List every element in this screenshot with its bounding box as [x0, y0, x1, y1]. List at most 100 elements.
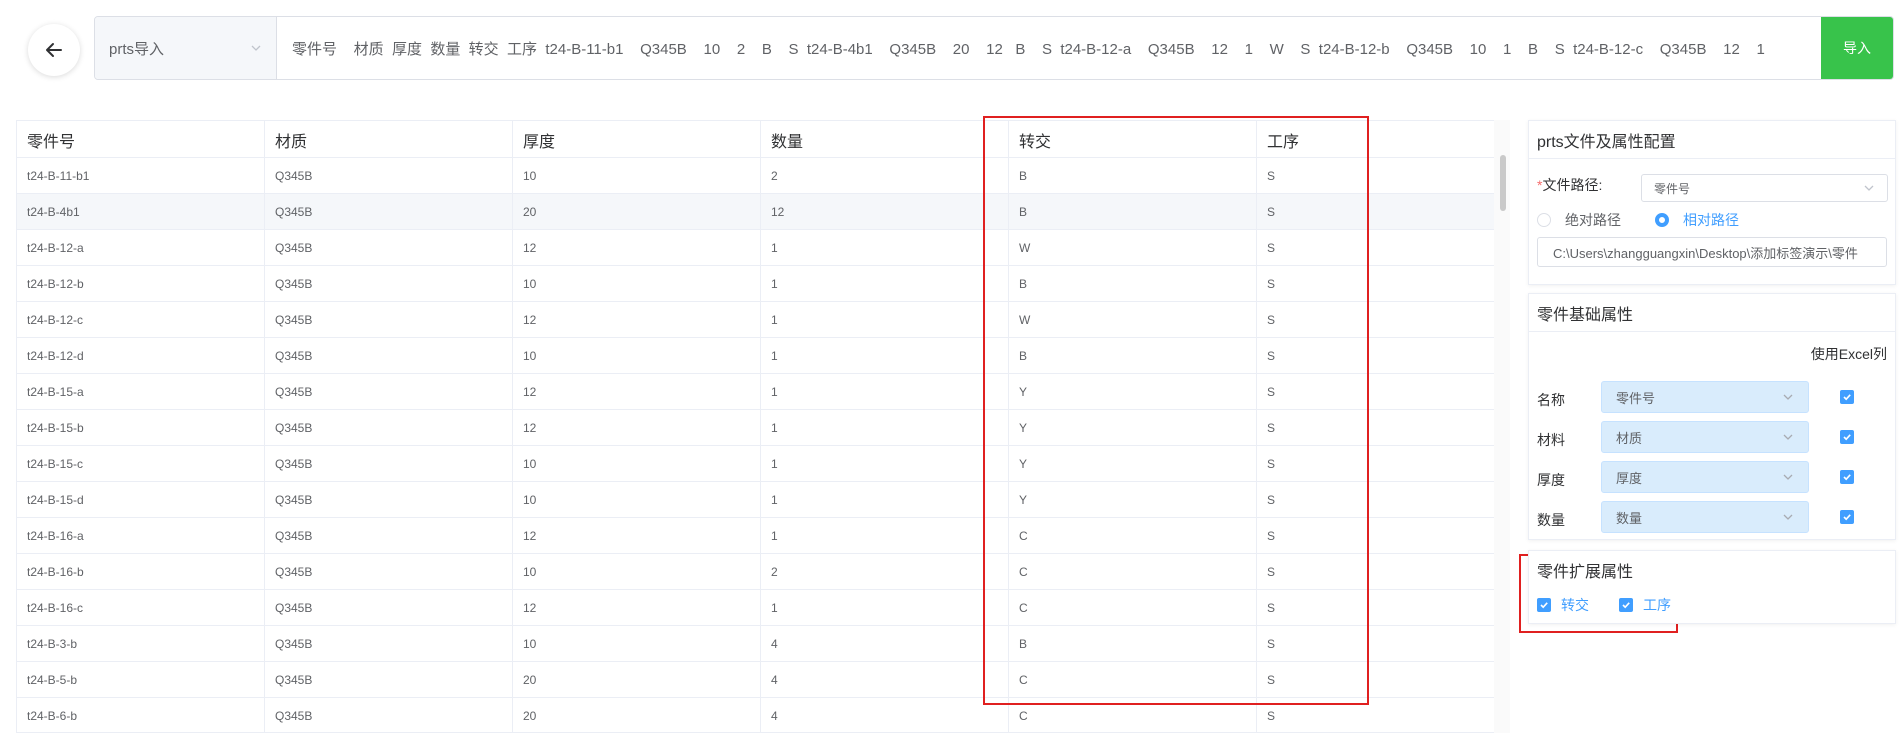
table-cell: 12	[761, 194, 1009, 230]
table-cell: t24-B-12-b	[17, 266, 265, 302]
table-cell: S	[1257, 266, 1505, 302]
table-cell: Q345B	[265, 374, 513, 410]
table-cell: t24-B-16-b	[17, 554, 265, 590]
table-cell: B	[1009, 158, 1257, 194]
chevron-down-icon	[1783, 514, 1793, 520]
radio-absolute-path[interactable]: 绝对路径	[1537, 210, 1621, 230]
table-cell: 12	[513, 230, 761, 266]
header-thickness[interactable]: 厚度	[513, 121, 761, 158]
table-cell: Q345B	[265, 302, 513, 338]
header-process[interactable]: 工序	[1257, 121, 1505, 158]
table-cell: 1	[761, 590, 1009, 626]
header-transfer[interactable]: 转交	[1009, 121, 1257, 158]
back-button[interactable]	[28, 24, 80, 76]
path-input[interactable]: C:\Users\zhangguangxin\Desktop\添加标签演示\零件	[1537, 237, 1887, 267]
table-cell: 12	[513, 302, 761, 338]
table-row[interactable]: t24-B-3-b Q345B 10 4 B S	[17, 626, 1509, 662]
table-row[interactable]: t24-B-16-a Q345B 12 1 C S	[17, 518, 1509, 554]
ext-attrs-title: 零件扩展属性	[1537, 564, 1634, 581]
table-cell: Q345B	[265, 482, 513, 518]
table-row[interactable]: t24-B-16-b Q345B 10 2 C S	[17, 554, 1509, 590]
table-row[interactable]: t24-B-16-c Q345B 12 1 C S	[17, 590, 1509, 626]
table-row[interactable]: t24-B-15-d Q345B 10 1 Y S	[17, 482, 1509, 518]
table-cell: Y	[1009, 446, 1257, 482]
table-cell: S	[1257, 590, 1505, 626]
table-cell: 20	[513, 698, 761, 732]
chevron-down-icon	[1864, 185, 1874, 191]
table-cell: 1	[761, 338, 1009, 374]
table-row[interactable]: t24-B-15-a Q345B 12 1 Y S	[17, 374, 1509, 410]
attr-select-name[interactable]: 零件号	[1601, 381, 1809, 413]
ext-attrs-checks: 转交 工序	[1537, 595, 1671, 615]
table-row[interactable]: t24-B-12-b Q345B 10 1 B S	[17, 266, 1509, 302]
basic-attrs-title: 零件基础属性	[1529, 294, 1895, 332]
basic-attrs-panel: 零件基础属性 使用Excel列 名称 零件号 材料 材质 厚度 厚度 数量 数量	[1528, 293, 1896, 540]
table-cell: t24-B-12-c	[17, 302, 265, 338]
table-cell: 20	[513, 662, 761, 698]
table-cell: 12	[513, 410, 761, 446]
chevron-down-icon	[1783, 434, 1793, 440]
header-part-no[interactable]: 零件号	[17, 121, 265, 158]
table-cell: S	[1257, 518, 1505, 554]
table-row[interactable]: t24-B-6-b Q345B 20 4 C S	[17, 698, 1509, 732]
chevron-down-icon	[251, 45, 261, 51]
checkbox-material[interactable]	[1840, 430, 1854, 444]
ext-check-process[interactable]: 工序	[1619, 595, 1671, 615]
parts-table: 零件号 材质 厚度 数量 转交 工序 t24-B-11-b1 Q345B 10 2 B S…	[16, 120, 1510, 733]
table-row[interactable]: t24-B-12-c Q345B 12 1 W S	[17, 302, 1509, 338]
attr-select-material[interactable]: 材质	[1601, 421, 1809, 453]
header-material[interactable]: 材质	[265, 121, 513, 158]
table-header: 零件号 材质 厚度 数量 转交 工序	[17, 121, 1509, 158]
file-path-select[interactable]: 零件号	[1641, 174, 1888, 202]
table-cell: t24-B-11-b1	[17, 158, 265, 194]
table-row[interactable]: t24-B-11-b1 Q345B 10 2 B S	[17, 158, 1509, 194]
path-type-radio-group: 绝对路径 相对路径	[1537, 210, 1739, 230]
table-cell: S	[1257, 482, 1505, 518]
table-cell: t24-B-12-a	[17, 230, 265, 266]
table-cell: Q345B	[265, 410, 513, 446]
check-icon	[1540, 602, 1548, 609]
table-row[interactable]: t24-B-12-d Q345B 10 1 B S	[17, 338, 1509, 374]
header-quantity[interactable]: 数量	[761, 121, 1009, 158]
table-cell: t24-B-3-b	[17, 626, 265, 662]
table-cell: Y	[1009, 374, 1257, 410]
table-cell: 10	[513, 482, 761, 518]
checkbox-quantity[interactable]	[1840, 510, 1854, 524]
import-text-input[interactable]: 零件号 材质 厚度 数量 转交 工序 t24-B-11-b1 Q345B 10 …	[277, 17, 1821, 79]
table-cell: t24-B-16-a	[17, 518, 265, 554]
table-row[interactable]: t24-B-5-b Q345B 20 4 C S	[17, 662, 1509, 698]
table-row[interactable]: t24-B-4b1 Q345B 20 12 B S	[17, 194, 1509, 230]
radio-relative-dot	[1655, 213, 1669, 227]
checkbox-name[interactable]	[1840, 390, 1854, 404]
config-panel: prts文件及属性配置 * 文件路径: 零件号 绝对路径 相对路径 C:\User…	[1528, 120, 1896, 285]
ext-check-transfer[interactable]: 转交	[1537, 595, 1589, 615]
table-cell: Q345B	[265, 698, 513, 732]
attr-select-quantity[interactable]: 数量	[1601, 501, 1809, 533]
file-path-label: * 文件路径:	[1537, 177, 1603, 193]
use-excel-col-label: 使用Excel列	[1810, 346, 1887, 362]
attr-select-thickness[interactable]: 厚度	[1601, 461, 1809, 493]
table-cell: Q345B	[265, 662, 513, 698]
import-type-select[interactable]: prts导入	[95, 17, 277, 79]
table-cell: 1	[761, 518, 1009, 554]
table-cell: C	[1009, 554, 1257, 590]
table-scrollbar[interactable]	[1494, 120, 1510, 733]
arrow-left-icon	[46, 43, 62, 57]
checkbox-process	[1619, 598, 1633, 612]
import-button[interactable]: 导入	[1821, 17, 1893, 79]
check-icon	[1843, 394, 1851, 401]
chevron-down-icon	[1783, 474, 1793, 480]
ext-check-process-label: 工序	[1643, 597, 1671, 613]
table-scroll-thumb[interactable]	[1500, 155, 1506, 211]
table-row[interactable]: t24-B-12-a Q345B 12 1 W S	[17, 230, 1509, 266]
table-row[interactable]: t24-B-15-c Q345B 10 1 Y S	[17, 446, 1509, 482]
radio-relative-path[interactable]: 相对路径	[1655, 210, 1739, 230]
table-cell: C	[1009, 662, 1257, 698]
checkbox-thickness[interactable]	[1840, 470, 1854, 484]
table-cell: 1	[761, 230, 1009, 266]
table-cell: C	[1009, 698, 1257, 732]
check-icon	[1843, 514, 1851, 521]
table-cell: t24-B-15-c	[17, 446, 265, 482]
table-row[interactable]: t24-B-15-b Q345B 12 1 Y S	[17, 410, 1509, 446]
table-cell: 1	[761, 410, 1009, 446]
